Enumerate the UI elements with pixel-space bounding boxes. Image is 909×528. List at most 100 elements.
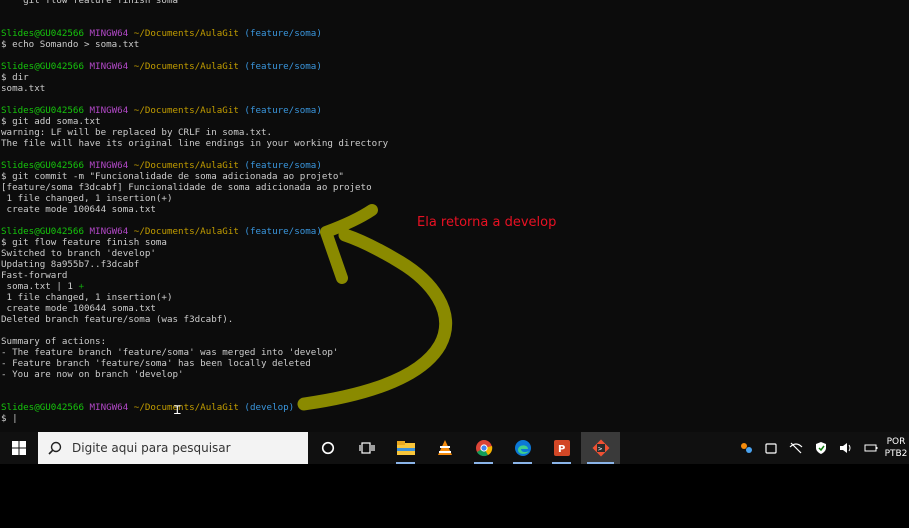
meet-now-icon[interactable] — [758, 432, 783, 464]
task-view-button[interactable] — [347, 432, 386, 464]
terminal-text: - The feature branch 'feature/soma' was … — [1, 347, 339, 358]
terminal-line: Switched to branch 'develop' — [1, 248, 388, 259]
terminal-text: - You are now on branch 'develop' — [1, 369, 184, 380]
terminal-line: $ git flow feature finish soma — [1, 237, 388, 248]
black-background-area — [0, 464, 909, 528]
terminal-line: 1 file changed, 1 insertion(+) — [1, 193, 388, 204]
powerpoint-button[interactable]: P — [542, 432, 581, 464]
terminal-text: soma.txt — [1, 83, 46, 94]
file-explorer-button[interactable] — [386, 432, 425, 464]
terminal-line: Updating 8a955b7..f3dcabf — [1, 259, 388, 270]
terminal-text: - Feature branch 'feature/soma' has been… — [1, 358, 311, 369]
terminal-text: ~/Documents/AulaGit — [133, 105, 245, 116]
terminal-text: The file will have its original line end… — [1, 138, 389, 149]
chrome-button[interactable] — [464, 432, 503, 464]
edge-button[interactable] — [503, 432, 542, 464]
git-bash-button[interactable]: > — [581, 432, 620, 464]
terminal-text: ~/Documents/AulaGit — [133, 402, 245, 413]
taskbar-search-box[interactable]: Digite aqui para pesquisar — [38, 432, 308, 464]
terminal-text: 1 file changed, 1 insertion(+) — [1, 193, 173, 204]
network-off-icon[interactable] — [783, 432, 808, 464]
terminal-text: Slides@GU042566 — [1, 160, 90, 171]
terminal-text: Slides@GU042566 — [1, 402, 90, 413]
terminal-text: (develop) — [244, 402, 295, 413]
chrome-icon — [475, 440, 492, 457]
terminal-text: Switched to branch 'develop' — [1, 248, 156, 259]
git-bash-terminal[interactable]: git flow feature finish soma Slides@GU042… — [0, 0, 909, 432]
svg-text:P: P — [558, 444, 565, 455]
defender-icon[interactable] — [808, 432, 833, 464]
battery-icon[interactable] — [858, 432, 883, 464]
terminal-text: Slides@GU042566 — [1, 61, 90, 72]
terminal-text: create mode 100644 soma.txt — [1, 303, 156, 314]
terminal-text: ~/Documents/AulaGit — [133, 61, 245, 72]
terminal-text: MINGW64 — [89, 226, 134, 237]
terminal-line: Deleted branch feature/soma (was f3dcabf… — [1, 314, 388, 325]
edge-icon — [514, 440, 531, 456]
powerpoint-icon: P — [553, 440, 570, 456]
terminal-line: Slides@GU042566 MINGW64 ~/Documents/Aula… — [1, 28, 388, 39]
input-language-indicator[interactable]: POR PTB2 — [883, 436, 909, 460]
terminal-line: $ git commit -m "Funcionalidade de soma … — [1, 171, 388, 182]
people-glyph-icon — [740, 443, 752, 453]
shield-icon — [815, 442, 826, 454]
terminal-line: create mode 100644 soma.txt — [1, 303, 388, 314]
terminal-line: The file will have its original line end… — [1, 138, 388, 149]
keyboard-layout: PTB2 — [884, 449, 908, 459]
terminal-text: $ git flow feature finish soma — [1, 237, 167, 248]
terminal-text: $ | — [1, 413, 18, 424]
terminal-text: Slides@GU042566 — [1, 28, 90, 39]
terminal-text: Summary of actions: — [1, 336, 107, 347]
terminal-text: MINGW64 — [89, 28, 134, 39]
search-placeholder: Digite aqui para pesquisar — [72, 441, 231, 455]
camera-icon — [764, 443, 777, 454]
terminal-text: git flow feature finish soma — [1, 0, 179, 6]
terminal-text: [feature/soma f3dcabf] Funcionalidade de… — [1, 182, 372, 193]
battery-glyph-icon — [864, 444, 877, 452]
terminal-text: (feature/soma) — [244, 61, 322, 72]
cortana-icon — [321, 441, 334, 455]
vlc-icon — [437, 440, 452, 455]
start-button[interactable] — [0, 432, 38, 464]
terminal-text: ~/Documents/AulaGit — [133, 28, 245, 39]
terminal-text: warning: LF will be replaced by CRLF in … — [1, 127, 273, 138]
terminal-text: MINGW64 — [89, 402, 134, 413]
terminal-line: Fast-forward — [1, 270, 388, 281]
system-tray: POR PTB2 — [733, 432, 909, 464]
terminal-line: Slides@GU042566 MINGW64 ~/Documents/Aula… — [1, 105, 388, 116]
terminal-text: MINGW64 — [89, 160, 134, 171]
volume-icon[interactable] — [833, 432, 858, 464]
terminal-line: - Feature branch 'feature/soma' has been… — [1, 358, 388, 369]
terminal-text: soma.txt | 1 — [1, 281, 79, 292]
people-icon[interactable] — [733, 432, 758, 464]
terminal-text: create mode 100644 soma.txt — [1, 204, 156, 215]
terminal-text: + — [78, 281, 84, 292]
terminal-line: - You are now on branch 'develop' — [1, 369, 388, 380]
terminal-text: ~/Documents/AulaGit — [133, 226, 245, 237]
terminal-line: soma.txt — [1, 83, 388, 94]
terminal-line: $ dir — [1, 72, 388, 83]
terminal-text: Updating 8a955b7..f3dcabf — [1, 259, 140, 270]
terminal-line: Slides@GU042566 MINGW64 ~/Documents/Aula… — [1, 160, 388, 171]
terminal-text: ~/Documents/AulaGit — [133, 160, 245, 171]
mouse-cursor-icon: Ɪ — [174, 403, 181, 417]
cortana-button[interactable] — [308, 432, 347, 464]
terminal-line: warning: LF will be replaced by CRLF in … — [1, 127, 388, 138]
terminal-text: $ git add soma.txt — [1, 116, 101, 127]
terminal-line: $ git add soma.txt — [1, 116, 388, 127]
svg-text:>: > — [598, 445, 602, 453]
annotation-text: Ela retorna a develop — [417, 215, 557, 230]
vlc-button[interactable] — [425, 432, 464, 464]
speaker-icon — [839, 443, 850, 453]
terminal-text: Slides@GU042566 — [1, 226, 90, 237]
terminal-output: git flow feature finish soma Slides@GU042… — [1, 0, 388, 424]
